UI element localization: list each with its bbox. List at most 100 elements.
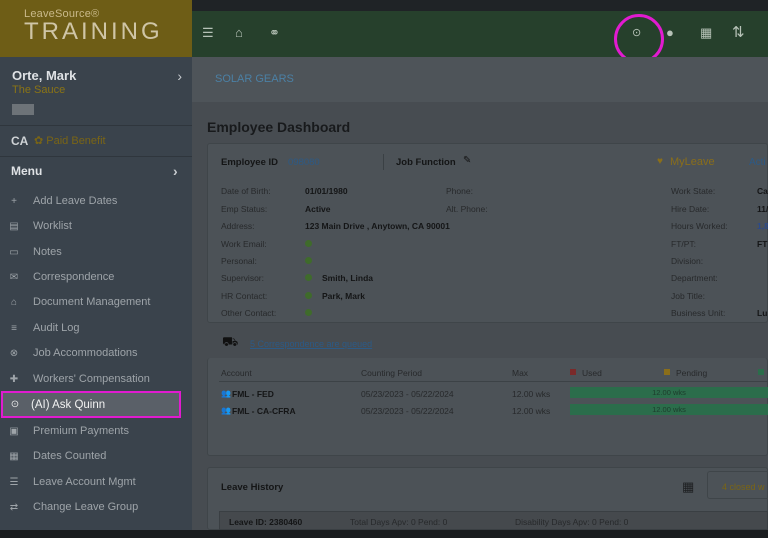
job-function-label: Job Function xyxy=(396,157,456,168)
field-value: FT xyxy=(757,239,768,249)
correspondence-queue-link[interactable]: 5 Correspondence are queued xyxy=(250,339,372,349)
usage-bar: 12.00 wks xyxy=(570,387,768,398)
closed-leaves-label: 4 closed w xyxy=(722,482,765,492)
brand-logo[interactable]: LeaveSource® TRAINING xyxy=(0,0,192,57)
usage-bar: 12.00 wks xyxy=(570,404,768,415)
menu-heading[interactable]: Menu › xyxy=(11,163,178,179)
sidebar-item-add-leave-dates[interactable]: + Add Leave Dates xyxy=(0,189,192,213)
field-label: Job Title: xyxy=(671,291,706,301)
col-header: Used xyxy=(582,368,602,378)
field-label: Personal: xyxy=(221,256,257,266)
breadcrumb[interactable]: SOLAR GEARS xyxy=(215,73,294,85)
active-link[interactable]: Acti xyxy=(749,157,766,168)
field-label: Hours Worked: xyxy=(671,221,728,231)
truck-icon: ⛟ xyxy=(222,334,239,349)
sidebar-item-premium-payments[interactable]: ▣ Premium Payments xyxy=(0,419,192,443)
field-value: Active xyxy=(305,204,331,214)
paid-benefit: ✿ Paid Benefit xyxy=(34,134,106,147)
sidebar-item-document-management[interactable]: ⌂ Document Management xyxy=(0,290,192,314)
field-label: Other Contact: xyxy=(221,308,277,318)
sidebar-item-label: Correspondence xyxy=(33,271,115,283)
plus-circle-icon[interactable] xyxy=(305,240,312,247)
pending-legend-swatch xyxy=(664,369,670,375)
sidebar-item-label: Dates Counted xyxy=(33,450,107,462)
calendar-icon[interactable]: ▦ xyxy=(700,25,712,41)
closed-leaves-button[interactable]: 4 closed w xyxy=(707,471,768,499)
employee-id-value[interactable]: 098080 xyxy=(288,157,320,168)
sidebar-item-label: Audit Log xyxy=(33,322,80,334)
home-icon[interactable]: ⌂ xyxy=(235,25,243,40)
sidebar-item-label: Workers' Compensation xyxy=(33,373,150,385)
divider xyxy=(383,154,384,170)
field-label: Business Unit: xyxy=(671,308,726,318)
user-tag xyxy=(12,104,34,115)
myleave-link[interactable]: MyLeave xyxy=(670,156,715,168)
sidebar-item-dates-counted[interactable]: ▦ Dates Counted xyxy=(0,444,192,468)
field-value: Lu xyxy=(757,308,768,318)
ribbon-icon: ✿ xyxy=(34,135,44,147)
account-name[interactable]: FML - FED xyxy=(232,389,274,399)
user-org: The Sauce xyxy=(12,84,66,96)
employee-id-label: Employee ID xyxy=(221,157,279,168)
list-icon: ☰ xyxy=(9,476,19,488)
plus-circle-icon[interactable] xyxy=(305,257,312,264)
sidebar-item-label: Add Leave Dates xyxy=(33,195,118,207)
field-value: 123 Main Drive , Anytown, CA 90001 xyxy=(305,221,450,231)
sidebar-item-label: Notes xyxy=(33,246,62,258)
bottom-strip xyxy=(0,530,768,538)
sidebar-item-workers-compensation[interactable]: ✚ Workers' Compensation xyxy=(0,367,192,391)
counting-period: 05/23/2023 - 05/22/2024 xyxy=(361,406,454,416)
plus-circle-icon[interactable] xyxy=(305,274,312,281)
sidebar-item-audit-log[interactable]: ≡ Audit Log xyxy=(0,316,192,340)
sidebar-item-leave-account-mgmt[interactable]: ☰ Leave Account Mgmt xyxy=(0,470,192,494)
people-icon: 👥 xyxy=(221,389,231,398)
top-bar: ☰ ⌂ ⚭ ⊙ ● ▦ ⇅ xyxy=(192,11,768,57)
plus-circle-icon[interactable] xyxy=(305,309,312,316)
sidebar-item-label: Leave Account Mgmt xyxy=(33,476,136,488)
binoculars-icon[interactable]: ⚭ xyxy=(269,25,280,41)
sidebar-item-label: Premium Payments xyxy=(33,425,129,437)
payment-icon: ▣ xyxy=(9,425,19,437)
col-header: Max xyxy=(512,368,529,378)
sidebar-item-worklist[interactable]: ▤ Worklist xyxy=(0,214,192,238)
inbox-icon: ⌂ xyxy=(10,296,18,308)
ai-quinn-icon: ⊙ xyxy=(10,399,20,410)
list-icon: ≡ xyxy=(11,322,17,334)
field-label: Supervisor: xyxy=(221,273,264,283)
field-value: 11/ xyxy=(757,204,768,214)
edit-icon[interactable]: ✎ xyxy=(463,155,471,166)
account-name[interactable]: FML - CA-CFRA xyxy=(232,406,296,416)
sidebar-item-label: Worklist xyxy=(33,220,72,232)
leave-history-title: Leave History xyxy=(221,482,284,493)
sidebar-item-correspondence[interactable]: ✉ Correspondence xyxy=(0,265,192,289)
field-value: Park, Mark xyxy=(322,291,365,301)
plus-circle-icon[interactable] xyxy=(305,292,312,299)
field-value: Smith, Linda xyxy=(322,273,373,283)
counting-period: 05/23/2023 - 05/22/2024 xyxy=(361,389,454,399)
available-legend-swatch xyxy=(758,369,764,375)
divider xyxy=(0,125,192,126)
disability-days: Disability Days Apv: 0 Pend: 0 xyxy=(515,517,629,527)
sidebar-item-job-accommodations[interactable]: ⊗ Job Accommodations xyxy=(0,341,192,365)
field-label: HR Contact: xyxy=(221,291,268,301)
clipboard-icon: ▤ xyxy=(9,220,19,232)
user-circle-icon[interactable]: ● xyxy=(666,25,674,40)
leave-id[interactable]: Leave ID: 2380460 xyxy=(229,517,302,527)
chevron-right-icon[interactable]: › xyxy=(177,68,182,84)
field-label: Hire Date: xyxy=(671,204,710,214)
total-days: Total Days Apv: 0 Pend: 0 xyxy=(350,517,448,527)
calendar-icon[interactable]: ▦ xyxy=(682,479,694,495)
hamburger-menu-icon[interactable]: ☰ xyxy=(202,25,214,41)
sidebar-item-notes[interactable]: ▭ Notes xyxy=(0,240,192,264)
user-card[interactable]: Orte, Mark › The Sauce xyxy=(12,68,182,115)
field-label: Work Email: xyxy=(221,239,267,249)
sidebar-item-ask-quinn[interactable]: ⊙ (AI) Ask Quinn xyxy=(1,391,181,418)
git-compare-icon[interactable]: ⇅ xyxy=(732,23,745,41)
field-label: Department: xyxy=(671,273,718,283)
sidebar-item-change-leave-group[interactable]: ⇄ Change Leave Group xyxy=(0,495,192,519)
max-value: 12.00 wks xyxy=(512,389,551,399)
used-legend-swatch xyxy=(570,369,576,375)
field-label: Division: xyxy=(671,256,704,266)
brand-title: TRAINING xyxy=(24,18,163,45)
divider xyxy=(219,381,768,382)
